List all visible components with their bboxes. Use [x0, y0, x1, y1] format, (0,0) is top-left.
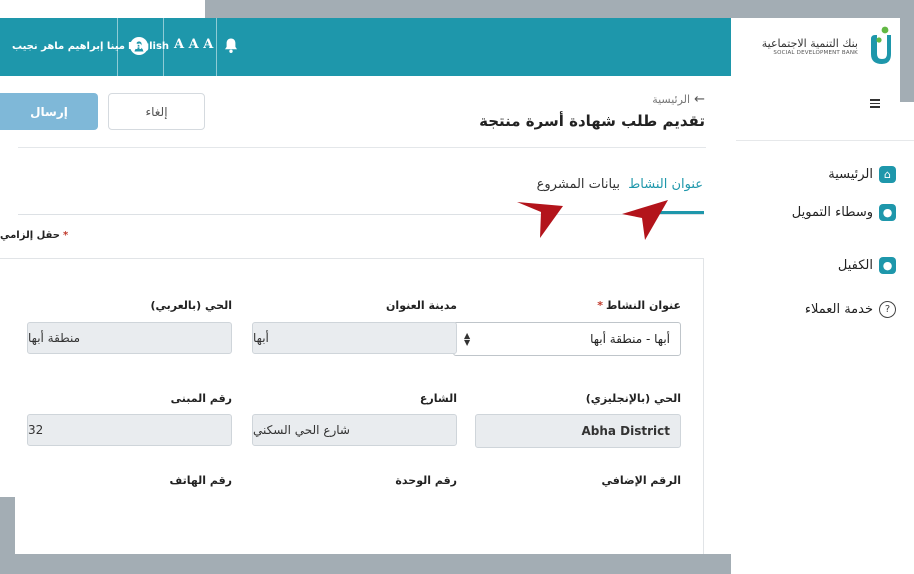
main-content: ← الرئيسية تقديم طلب شهادة أسرة منتجة إل… — [0, 76, 731, 554]
phone-number-label: رقم الهاتف — [169, 474, 232, 487]
person-card-icon: ● — [879, 204, 896, 221]
brand-logo: بنك التنمية الاجتماعية SOCIAL DEVELOPMEN… — [762, 26, 896, 66]
sidebar-item-guarantor[interactable]: ● الكفيل — [838, 257, 896, 274]
bank-logo-icon — [871, 26, 891, 64]
cancel-button[interactable]: إلغاء — [108, 93, 205, 130]
background-overlay — [900, 0, 914, 102]
street-field: شارع الحي السكني — [252, 414, 457, 446]
required-note-text: حقل إلزامي — [0, 230, 60, 241]
sidebar-item-label: وسطاء التمويل — [791, 205, 873, 220]
address-city-label: مدينة العنوان — [386, 299, 457, 312]
submit-button[interactable]: إرسال — [0, 93, 98, 130]
brand-name-arabic: بنك التنمية الاجتماعية — [761, 36, 858, 50]
sidebar-item-label: خدمة العملاء — [804, 302, 873, 317]
unit-number-label: رقم الوحدة — [395, 474, 457, 487]
select-arrows-icon: ▲ ▼ — [464, 331, 471, 347]
sidebar-item-home[interactable]: ⌂ الرئيسية — [828, 166, 896, 183]
district-english-label: الحي (بالإنجليزي) — [585, 392, 681, 405]
font-size-control[interactable]: A A A — [174, 37, 213, 52]
top-header-bar: مينا إبراهيم ماهر نجيب English A A A — [0, 18, 731, 76]
sidebar-item-label: الرئيسية — [828, 167, 873, 182]
district-english-field: Abha District — [475, 414, 681, 448]
sidebar: بنك التنمية الاجتماعية SOCIAL DEVELOPMEN… — [731, 18, 914, 574]
tab-activity-address[interactable]: عنوان النشاط — [628, 177, 703, 192]
additional-number-label: الرقم الإضافي — [601, 474, 681, 487]
header-divider — [163, 18, 164, 76]
sidebar-item-finance-brokers[interactable]: ● وسطاء التمويل — [792, 204, 896, 221]
page-title: تقديم طلب شهادة أسرة منتجة — [479, 112, 705, 130]
breadcrumb[interactable]: ← الرئيسية — [652, 92, 705, 107]
activity-address-value: أبها - منطقة أبها — [590, 332, 670, 346]
required-asterisk: * — [597, 299, 603, 312]
activity-address-select[interactable]: ▲ ▼ أبها - منطقة أبها — [453, 322, 681, 356]
background-overlay — [0, 0, 205, 18]
building-number-label: رقم المبنى — [170, 392, 232, 405]
help-circle-icon: ? — [879, 301, 896, 318]
district-arabic-field: منطقة أبها — [27, 322, 232, 354]
tabs-baseline — [18, 214, 704, 215]
header-divider — [117, 18, 118, 76]
home-icon: ⌂ — [879, 166, 896, 183]
sidebar-divider — [736, 140, 914, 141]
header-divider — [216, 18, 217, 76]
sidebar-item-customer-service[interactable]: ? خدمة العملاء — [805, 301, 896, 318]
hamburger-menu-icon[interactable] — [870, 99, 880, 108]
sidebar-item-label: الكفيل — [837, 258, 873, 273]
notification-bell-icon[interactable] — [224, 37, 238, 58]
activity-address-label: عنوان النشاط * — [597, 299, 681, 312]
district-arabic-label: الحي (بالعربي) — [150, 299, 232, 312]
breadcrumb-home[interactable]: الرئيسية — [652, 93, 690, 106]
annotation-arrow-icon — [517, 202, 563, 238]
background-overlay — [0, 497, 15, 574]
address-city-field: أبها — [252, 322, 457, 354]
user-name: مينا إبراهيم ماهر نجيب — [12, 40, 125, 52]
building-number-field: 32 — [27, 414, 232, 446]
street-label: الشارع — [419, 392, 457, 405]
brand-name-english: SOCIAL DEVELOPMENT BANK — [773, 49, 858, 56]
required-field-note: * حقل إلزامي — [0, 230, 68, 241]
required-asterisk: * — [62, 230, 69, 241]
annotation-arrow-icon — [622, 200, 668, 240]
address-form-card: عنوان النشاط * مدينة العنوان الحي (بالعر… — [0, 258, 704, 554]
title-divider — [18, 147, 706, 148]
tab-project-data[interactable]: بيانات المشروع — [537, 177, 620, 192]
back-arrow-icon[interactable]: ← — [694, 92, 705, 107]
person-card-icon: ● — [879, 257, 896, 274]
